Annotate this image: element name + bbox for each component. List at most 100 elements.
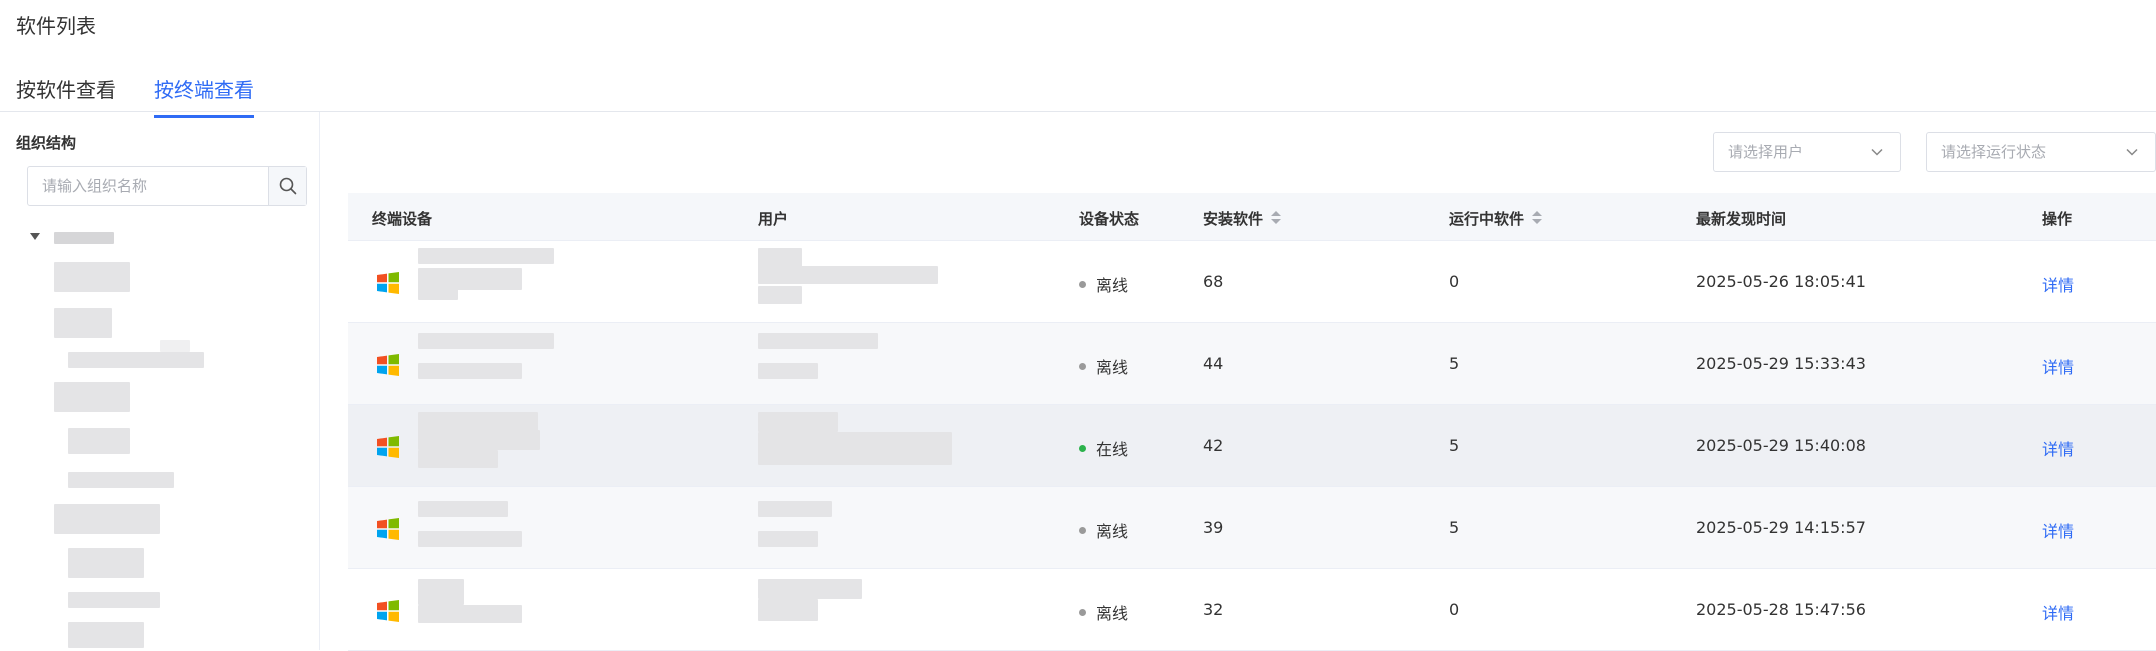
last-seen-time: 2025-05-29 15:40:08 [1696,436,1866,455]
tree-node-root[interactable] [54,232,114,244]
tree-node[interactable] [54,308,112,338]
table-body: 离线 68 0 2025-05-26 18:05:41 详情 离线 44 5 2… [348,241,2156,651]
device-name-redacted [418,333,554,349]
tree-node[interactable] [54,382,130,412]
tab-by-software[interactable]: 按软件查看 [16,74,116,115]
tree-node[interactable] [68,592,160,608]
status-dot [1079,281,1086,288]
org-search-box [27,166,307,206]
installed-count: 39 [1203,518,1224,537]
details-link[interactable]: 详情 [2042,272,2074,296]
org-structure-title: 组织结构 [16,134,77,152]
running-count: 5 [1449,436,1460,455]
col-running-software[interactable]: 运行中软件 [1449,208,1543,229]
chevron-down-icon [2126,148,2138,156]
device-status: 在线 [1079,436,1128,460]
windows-icon [377,436,399,458]
details-link[interactable]: 详情 [2042,518,2074,542]
chevron-down-icon [1871,148,1883,156]
device-status: 离线 [1079,600,1128,624]
table-row[interactable]: 离线 44 5 2025-05-29 15:33:43 详情 [348,323,2156,405]
col-last-seen: 最新发现时间 [1696,210,1787,228]
user-name-redacted [758,432,952,452]
user-select[interactable]: 请选择用户 [1713,132,1901,172]
running-count: 5 [1449,518,1460,537]
table-row[interactable]: 离线 32 0 2025-05-28 15:47:56 详情 [348,569,2156,651]
user-name-redacted [758,333,878,349]
user-name-redacted [758,531,818,547]
details-link[interactable]: 详情 [2042,354,2074,378]
table-row[interactable]: 在线 42 5 2025-05-29 15:40:08 详情 [348,405,2156,487]
device-name-redacted [418,286,458,300]
tree-node[interactable] [160,340,190,352]
status-text: 离线 [1096,276,1129,295]
details-link[interactable]: 详情 [2042,600,2074,624]
tree-node[interactable] [68,472,174,488]
col-installed-software[interactable]: 安装软件 [1203,208,1282,229]
user-name-redacted [758,451,952,465]
user-name-redacted [758,501,832,517]
installed-count: 32 [1203,600,1224,619]
status-text: 离线 [1096,604,1129,623]
device-name-redacted [418,412,538,432]
sort-icon[interactable] [1271,210,1282,225]
user-name-redacted [758,579,862,599]
tree-node[interactable] [54,262,130,292]
installed-count: 42 [1203,436,1224,455]
table-row[interactable]: 离线 39 5 2025-05-29 14:15:57 详情 [348,487,2156,569]
col-running-software-label: 运行中软件 [1449,210,1525,228]
status-dot [1079,445,1086,452]
status-dot [1079,363,1086,370]
tree-node[interactable] [68,622,144,648]
caret-down-icon[interactable] [30,233,40,240]
status-text: 离线 [1096,522,1129,541]
org-search-input[interactable] [28,167,268,205]
installed-count: 68 [1203,272,1224,291]
device-name-redacted [418,248,554,264]
table-row[interactable]: 离线 68 0 2025-05-26 18:05:41 详情 [348,241,2156,323]
col-installed-software-label: 安装软件 [1203,210,1264,228]
page-title: 软件列表 [16,14,96,38]
user-name-redacted [758,363,818,379]
table-header: 终端设备 用户 设备状态 安装软件 运行中软件 最新发现时间 操作 [348,193,2156,241]
user-select-placeholder: 请选择用户 [1728,143,1804,161]
col-user: 用户 [758,210,789,228]
org-search-button[interactable] [268,167,306,205]
run-status-select[interactable]: 请选择运行状态 [1926,132,2156,172]
installed-count: 44 [1203,354,1224,373]
device-name-redacted [418,430,540,450]
device-name-redacted [418,531,522,547]
device-status: 离线 [1079,272,1128,296]
run-status-select-placeholder: 请选择运行状态 [1941,143,2047,161]
tree-node[interactable] [68,352,204,368]
sort-icon[interactable] [1532,210,1543,225]
user-name-redacted [758,412,838,432]
search-icon [279,177,296,195]
details-link[interactable]: 详情 [2042,436,2074,460]
view-tabs: 按软件查看 按终端查看 [0,70,2156,118]
user-name-redacted [758,266,938,284]
tree-node[interactable] [68,428,130,454]
device-name-redacted [418,605,522,623]
device-name-redacted [418,363,522,379]
status-text: 在线 [1096,440,1129,459]
status-dot [1079,609,1086,616]
device-name-redacted [418,501,508,517]
last-seen-time: 2025-05-29 14:15:57 [1696,518,1866,537]
org-sidebar: 组织结构 [0,112,320,650]
col-device-status: 设备状态 [1079,210,1140,228]
running-count: 0 [1449,600,1460,619]
device-status: 离线 [1079,354,1128,378]
windows-icon [377,600,399,622]
user-name-redacted [758,286,802,304]
status-text: 离线 [1096,358,1129,377]
tree-node[interactable] [68,548,144,578]
running-count: 0 [1449,272,1460,291]
device-status: 离线 [1079,518,1128,542]
col-terminal-device: 终端设备 [372,210,433,228]
running-count: 5 [1449,354,1460,373]
tree-node[interactable] [54,504,160,534]
last-seen-time: 2025-05-28 15:47:56 [1696,600,1866,619]
windows-icon [377,518,399,540]
last-seen-time: 2025-05-29 15:33:43 [1696,354,1866,373]
